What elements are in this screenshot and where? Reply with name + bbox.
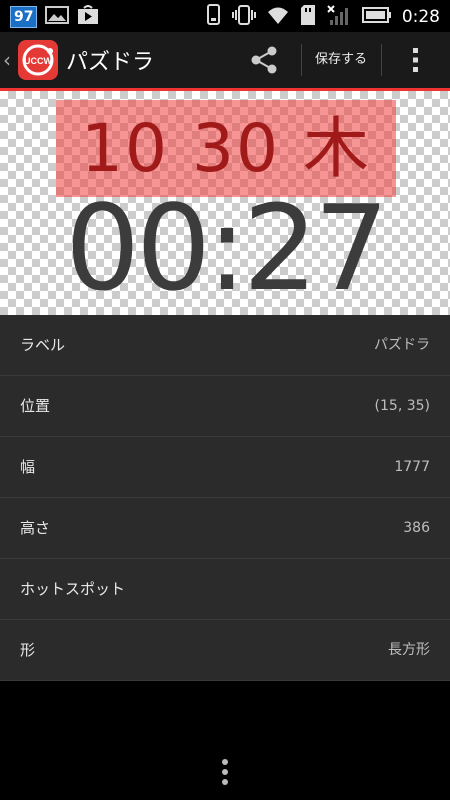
share-icon	[251, 46, 277, 74]
time-text: 00:27	[64, 179, 389, 315]
property-row-position[interactable]: 位置 (15, 35)	[0, 376, 450, 437]
back-chevron-icon[interactable]: ‹	[3, 48, 11, 72]
property-row-height[interactable]: 高さ 386	[0, 498, 450, 559]
image-icon	[45, 6, 70, 28]
page-title: パズドラ	[66, 50, 155, 75]
divider	[301, 44, 302, 76]
action-bar: ‹ UCCW パズドラ 保存する	[0, 32, 450, 91]
vibrate-icon	[231, 4, 256, 30]
property-label: 形	[20, 641, 36, 659]
property-value: 1777	[394, 459, 430, 475]
app-icon-label: UCCW	[24, 56, 52, 66]
divider	[381, 44, 382, 76]
overflow-menu-button[interactable]	[404, 44, 428, 76]
uccw-logo-icon: UCCW	[22, 44, 54, 76]
phone-icon	[206, 4, 222, 30]
property-row-shape[interactable]: 形 長方形	[0, 620, 450, 681]
widget-preview[interactable]: 10 30 木 00:27	[0, 91, 450, 315]
property-label: 幅	[20, 458, 36, 476]
property-label: ラベル	[20, 336, 66, 354]
signal-icon	[326, 4, 352, 30]
status-bar: 97 0:28	[0, 0, 450, 32]
more-vertical-icon	[222, 759, 228, 785]
property-label: ホットスポット	[20, 580, 126, 598]
property-value: 386	[403, 520, 430, 536]
status-clock: 0:28	[401, 7, 440, 27]
play-store-icon	[77, 5, 99, 29]
app-icon[interactable]: UCCW	[18, 40, 58, 80]
property-value: (15, 35)	[374, 398, 430, 414]
property-value: パズドラ	[374, 337, 430, 353]
property-label: 高さ	[20, 519, 51, 537]
property-row-label[interactable]: ラベル パズドラ	[0, 315, 450, 376]
property-label: 位置	[20, 397, 51, 415]
property-row-width[interactable]: 幅 1777	[0, 437, 450, 498]
notification-badge: 97	[10, 6, 38, 28]
property-row-hotspot[interactable]: ホットスポット	[0, 559, 450, 620]
save-button[interactable]: 保存する	[306, 44, 376, 76]
share-button[interactable]	[244, 44, 284, 76]
properties-list: ラベル パズドラ 位置 (15, 35) 幅 1777 高さ 386 ホットスポ…	[0, 315, 450, 681]
battery-icon	[361, 7, 392, 27]
property-value: 長方形	[388, 642, 430, 658]
sd-card-icon	[300, 4, 316, 30]
more-vertical-icon	[413, 48, 418, 72]
bottom-overflow-button[interactable]	[219, 758, 231, 786]
wifi-icon	[266, 5, 290, 29]
